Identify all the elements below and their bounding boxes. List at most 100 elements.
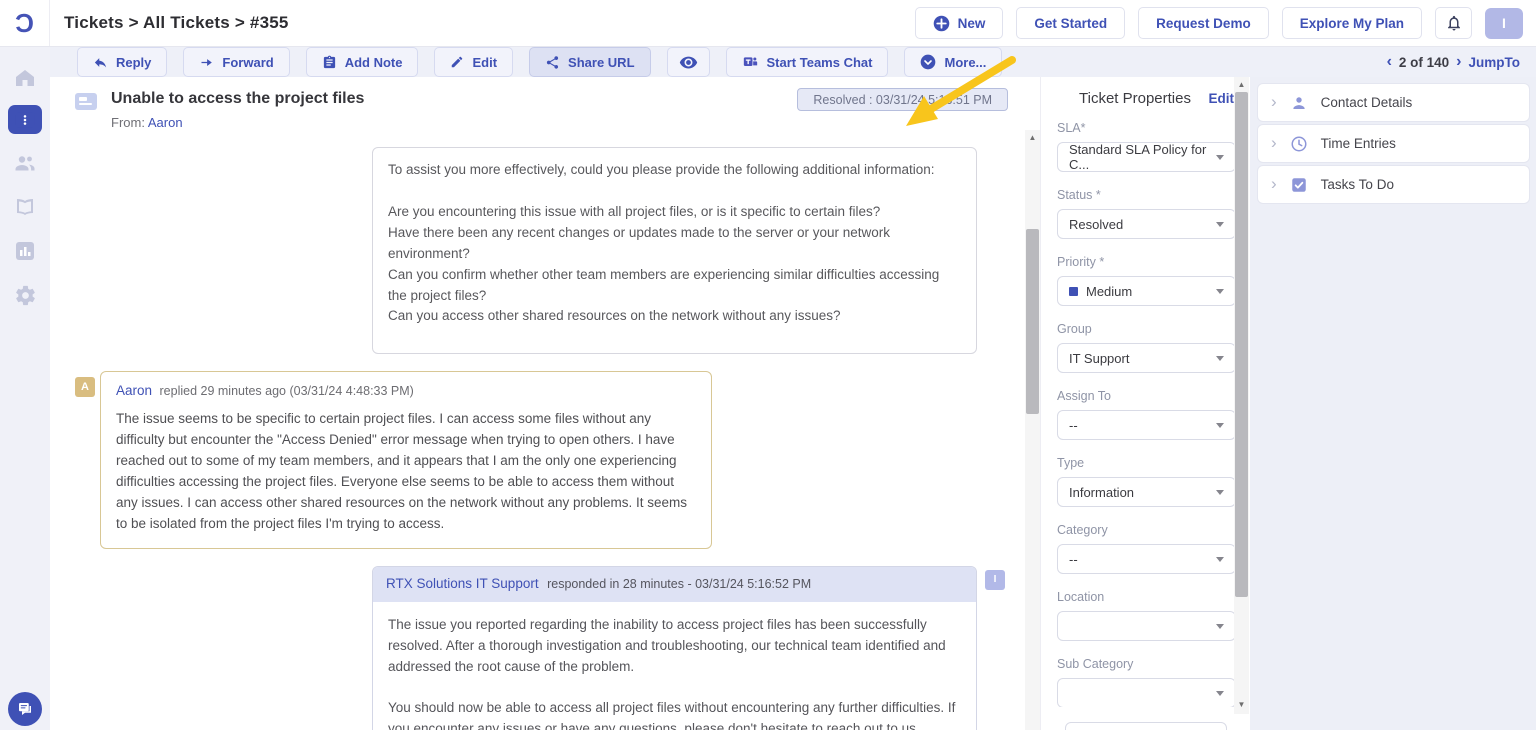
tasks-to-do-label: Tasks To Do — [1321, 177, 1394, 192]
update-ticket-button[interactable]: Update Ticket — [1065, 722, 1227, 730]
location-select[interactable] — [1057, 611, 1236, 641]
chevron-right-icon: › — [1271, 93, 1277, 110]
category-select[interactable]: -- — [1057, 544, 1236, 574]
properties-scroll-thumb[interactable] — [1235, 92, 1248, 597]
sub-category-select[interactable] — [1057, 678, 1236, 708]
caret-icon — [1216, 423, 1224, 428]
checkbox-icon — [1290, 176, 1308, 194]
share-url-label: Share URL — [568, 55, 634, 70]
plus-circle-icon — [933, 15, 950, 32]
user-avatar[interactable]: I — [1485, 8, 1523, 39]
assign-to-select[interactable]: -- — [1057, 410, 1236, 440]
topbar-actions: New Get Started Request Demo Explore My … — [915, 7, 1536, 39]
field-location: Location — [1057, 590, 1236, 641]
breadcrumb: Tickets > All Tickets > #355 — [64, 13, 289, 33]
note-icon — [322, 55, 337, 70]
field-sla: SLA* Standard SLA Policy for C... — [1057, 121, 1236, 172]
jumpto-link[interactable]: JumpTo — [1469, 55, 1521, 70]
edit-button[interactable]: Edit — [434, 47, 513, 77]
main-area: Reply Forward Add Note Edit Share URL — [50, 47, 1536, 730]
tasks-to-do-section[interactable]: › Tasks To Do — [1257, 165, 1530, 204]
request-demo-button[interactable]: Request Demo — [1138, 7, 1269, 39]
add-note-button[interactable]: Add Note — [306, 47, 419, 77]
notifications-button[interactable] — [1435, 7, 1472, 39]
ticket-properties-panel: Ticket Properties Edit SLA* Standard SLA… — [1040, 77, 1250, 730]
sla-select[interactable]: Standard SLA Policy for C... — [1057, 142, 1236, 172]
thread-scroll-thumb[interactable] — [1026, 229, 1039, 414]
edit-icon — [450, 55, 464, 69]
thread-scrollbar[interactable]: ▲ ▼ — [1025, 130, 1040, 730]
location-label: Location — [1057, 590, 1236, 604]
sidebar-item-reports[interactable] — [8, 234, 42, 268]
watch-button[interactable] — [667, 47, 710, 77]
ticket-from: From: Aaron — [111, 115, 364, 130]
prev-ticket-button[interactable]: ‹ — [1387, 54, 1392, 70]
contact-details-section[interactable]: › Contact Details — [1257, 83, 1530, 122]
next-ticket-button[interactable]: › — [1456, 54, 1461, 70]
group-label: Group — [1057, 322, 1236, 336]
requester-avatar: A — [75, 377, 95, 397]
forward-button[interactable]: Forward — [183, 47, 289, 77]
support-chat-fab[interactable] — [8, 692, 42, 726]
properties-footer: Update Ticket — [1041, 707, 1250, 730]
properties-title: Ticket Properties — [1079, 90, 1191, 107]
sidebar-item-settings[interactable] — [8, 278, 42, 312]
reply-author-link[interactable]: Aaron — [116, 383, 152, 398]
from-label: From: — [111, 115, 145, 130]
properties-fields: SLA* Standard SLA Policy for C... Status… — [1041, 107, 1250, 708]
caret-icon — [1216, 557, 1224, 562]
body-row: Reply Forward Add Note Edit Share URL — [0, 47, 1536, 730]
scroll-up-arrow[interactable]: ▲ — [1025, 133, 1040, 143]
ticket-header: Unable to access the project files From:… — [50, 77, 1040, 130]
caret-icon — [1216, 624, 1224, 629]
request-demo-label: Request Demo — [1156, 16, 1251, 31]
top-bar: Ɔ Tickets > All Tickets > #355 New Get S… — [0, 0, 1536, 47]
start-teams-chat-label: Start Teams Chat — [767, 55, 873, 70]
time-entries-section[interactable]: › Time Entries — [1257, 124, 1530, 163]
field-category: Category -- — [1057, 523, 1236, 574]
forward-label: Forward — [222, 55, 273, 70]
reply-button[interactable]: Reply — [77, 47, 167, 77]
sidebar-item-knowledge-base[interactable] — [8, 190, 42, 224]
contacts-icon — [13, 151, 37, 175]
home-icon — [13, 66, 37, 90]
priority-select[interactable]: Medium — [1057, 276, 1236, 306]
assign-to-label: Assign To — [1057, 389, 1236, 403]
scroll-down-arrow[interactable]: ▼ — [1234, 700, 1249, 710]
properties-header: Ticket Properties Edit — [1041, 77, 1250, 107]
chat-icon — [16, 700, 34, 718]
group-select[interactable]: IT Support — [1057, 343, 1236, 373]
app-logo[interactable]: Ɔ — [0, 0, 50, 46]
scroll-up-arrow[interactable]: ▲ — [1234, 80, 1249, 90]
share-url-button[interactable]: Share URL — [529, 47, 650, 77]
caret-icon — [1216, 155, 1224, 160]
new-ticket-button[interactable]: New — [915, 7, 1004, 39]
sidebar-item-home[interactable] — [8, 61, 42, 95]
category-label: Category — [1057, 523, 1236, 537]
start-teams-chat-button[interactable]: Start Teams Chat — [726, 47, 889, 77]
sidebar-item-tickets[interactable] — [8, 105, 42, 134]
properties-edit-link[interactable]: Edit — [1209, 91, 1235, 106]
type-select[interactable]: Information — [1057, 477, 1236, 507]
ticket-toolbar: Reply Forward Add Note Edit Share URL — [50, 47, 1536, 77]
share-icon — [545, 55, 560, 70]
agent-message: To assist you more effectively, could yo… — [372, 147, 977, 354]
requester-link[interactable]: Aaron — [148, 115, 183, 130]
status-label: Status * — [1057, 188, 1236, 202]
new-ticket-label: New — [958, 16, 986, 31]
edit-label: Edit — [472, 55, 497, 70]
get-started-button[interactable]: Get Started — [1016, 7, 1125, 39]
type-value: Information — [1069, 485, 1134, 500]
sidebar-item-contacts[interactable] — [8, 146, 42, 180]
more-button[interactable]: More... — [904, 47, 1002, 77]
reply-meta: replied 29 minutes ago (03/31/24 4:48:33… — [160, 384, 414, 398]
properties-scrollbar[interactable]: ▲ ▼ — [1234, 77, 1249, 714]
explore-plan-button[interactable]: Explore My Plan — [1282, 7, 1422, 39]
response-meta: responded in 28 minutes - 03/31/24 5:16:… — [547, 577, 811, 591]
sla-value: Standard SLA Policy for C... — [1069, 142, 1216, 172]
status-select[interactable]: Resolved — [1057, 209, 1236, 239]
reports-icon — [13, 239, 37, 263]
response-author-link[interactable]: RTX Solutions IT Support — [386, 576, 539, 591]
category-value: -- — [1069, 552, 1078, 567]
field-type: Type Information — [1057, 456, 1236, 507]
